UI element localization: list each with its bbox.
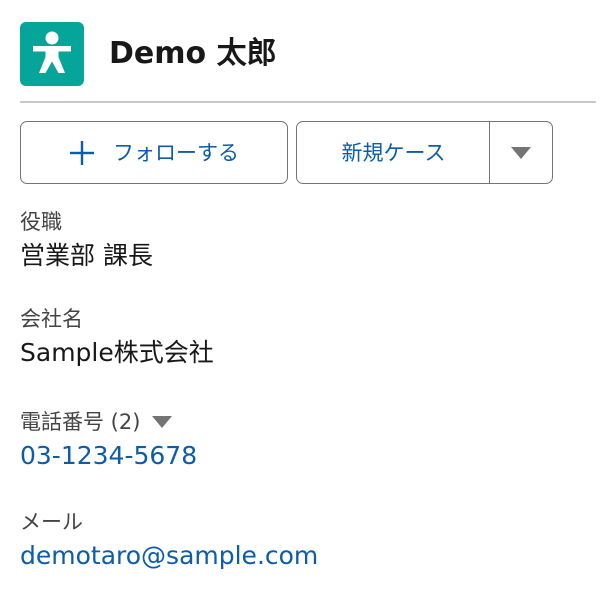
contact-avatar xyxy=(20,22,84,86)
plus-icon xyxy=(70,140,94,165)
new-case-button-label: 新規ケース xyxy=(341,140,446,165)
chevron-down-icon xyxy=(511,146,531,159)
person-icon xyxy=(33,31,71,73)
more-actions-button[interactable] xyxy=(489,121,553,184)
field-company: 会社名 Sample株式会社 xyxy=(20,306,596,370)
phone-link[interactable]: 03-1234-5678 xyxy=(20,439,596,473)
field-email: メール demotaro@sample.com xyxy=(20,509,596,573)
record-title: Demo 太郎 xyxy=(109,36,277,71)
field-phone: 電話番号 (2) 03-1234-5678 xyxy=(20,409,596,473)
field-label-title: 役職 xyxy=(20,210,62,234)
field-value-company: Sample株式会社 xyxy=(20,338,214,367)
record-header: Demo 太郎 xyxy=(20,22,596,86)
field-label-phone: 電話番号 (2) xyxy=(20,410,141,434)
follow-button[interactable]: フォローする xyxy=(20,121,288,184)
field-value-title: 営業部 課長 xyxy=(20,241,153,270)
field-title: 役職 営業部 課長 xyxy=(20,209,596,273)
follow-button-label: フォローする xyxy=(113,140,239,165)
header-divider xyxy=(20,101,596,103)
email-link[interactable]: demotaro@sample.com xyxy=(20,539,596,573)
chevron-down-icon[interactable] xyxy=(152,415,173,429)
field-label-phone-row: 電話番号 (2) xyxy=(20,409,596,435)
new-case-button[interactable]: 新規ケース xyxy=(296,121,491,184)
field-label-email: メール xyxy=(20,510,83,534)
field-label-company: 会社名 xyxy=(20,307,83,331)
